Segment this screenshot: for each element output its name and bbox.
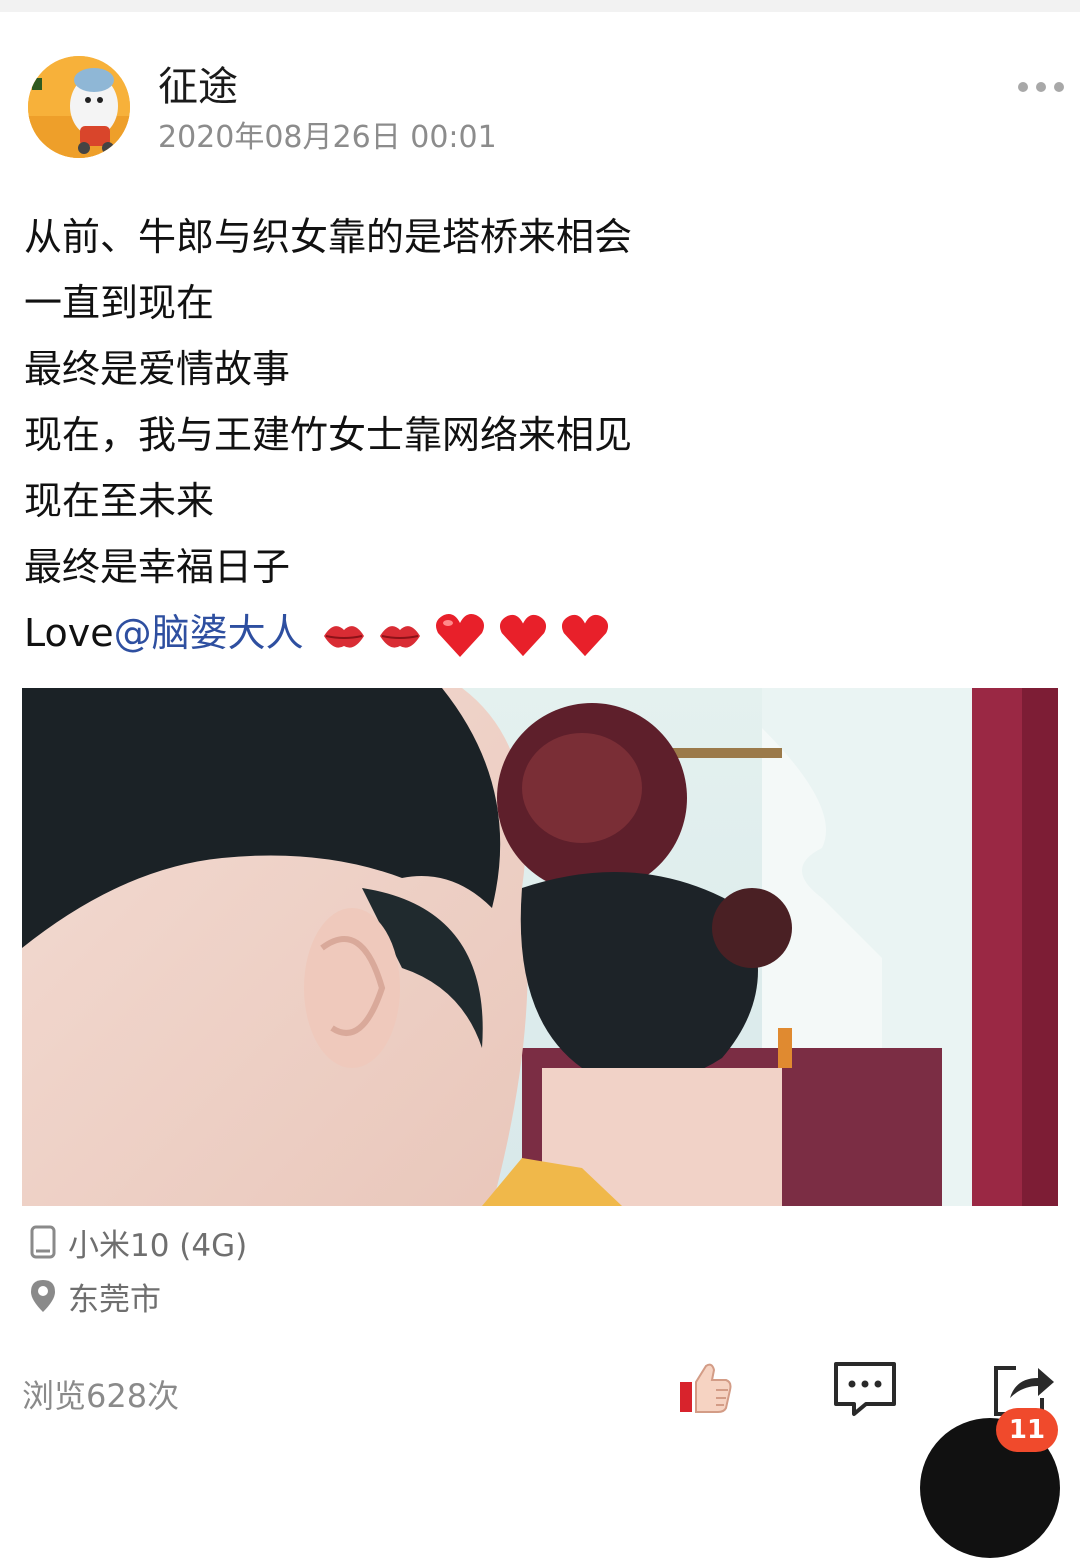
heart-icon [561, 614, 608, 656]
kiss-lips-icon [379, 625, 420, 648]
top-status-strip [0, 0, 1080, 12]
emoji-row [320, 611, 612, 661]
heart-icon [435, 613, 484, 657]
author-avatar[interactable] [28, 56, 130, 158]
post-line: 现在至未来 [24, 479, 215, 523]
comment-button[interactable] [832, 1360, 898, 1420]
heart-icon [499, 614, 546, 656]
post-line: 现在，我与王建竹女士靠网络来相见 [24, 413, 633, 457]
post-body: 从前、牛郎与织女靠的是塔桥来相会 一直到现在 最终是爱情故事 现在，我与王建竹女… [24, 204, 1064, 666]
kiss-lips-icon [323, 625, 364, 648]
post-line: 最终是幸福日子 [24, 545, 291, 589]
phone-icon [30, 1225, 56, 1259]
post-line: 最终是爱情故事 [24, 347, 291, 391]
notification-badge: 11 [996, 1408, 1058, 1452]
device-row: 小米10 (4G) [28, 1222, 248, 1264]
location-name: 东莞市 [68, 1281, 161, 1318]
view-count: 浏览628次 [22, 1377, 180, 1415]
thumbs-up-icon [680, 1363, 732, 1413]
post-photo[interactable] [22, 688, 1058, 1206]
photo-image [22, 688, 1058, 1206]
post-timestamp: 2020年08月26日 00:01 [158, 120, 497, 155]
device-name: 小米10 (4G) [68, 1227, 248, 1264]
post-line: 从前、牛郎与织女靠的是塔桥来相会 [24, 215, 633, 259]
author-name[interactable]: 征途 [158, 62, 238, 112]
comment-bubble-icon [834, 1362, 896, 1416]
more-dots-icon [1018, 82, 1028, 92]
post-line: 一直到现在 [24, 281, 215, 325]
avatar-cartoon-image [28, 56, 130, 158]
location-pin-icon [31, 1280, 55, 1312]
love-text: Love [24, 611, 114, 655]
mention-link[interactable]: @脑婆大人 [114, 611, 304, 655]
location-row[interactable]: 东莞市 [28, 1276, 161, 1318]
like-button[interactable] [676, 1360, 734, 1420]
post-line-love: Love@脑婆大人 [24, 600, 1064, 666]
more-options-button[interactable] [1018, 80, 1064, 94]
